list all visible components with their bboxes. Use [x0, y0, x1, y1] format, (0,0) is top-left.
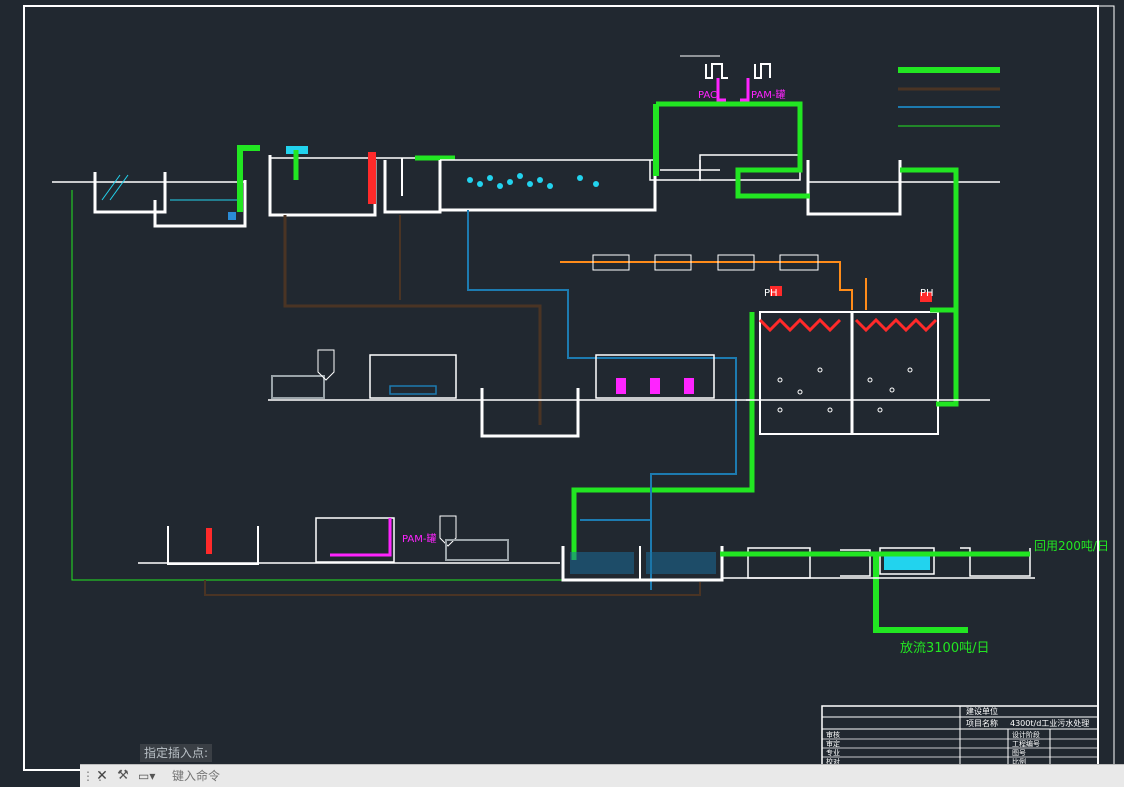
title-row2-value: 4300t/d工业污水处理 — [1010, 718, 1089, 728]
legend — [898, 67, 1000, 127]
title-right-2: 工程编号 — [1012, 739, 1040, 748]
pam-top-label: PAM-罐 — [751, 88, 785, 101]
upper-process-line — [52, 145, 1000, 228]
reuse-output-label: 回用200吨/日 — [1034, 539, 1109, 553]
chemical-dosing-top — [653, 55, 810, 199]
grip-icon[interactable]: ⋮⋮ — [82, 768, 106, 784]
lower-process — [138, 515, 1035, 633]
command-input[interactable] — [172, 767, 1112, 785]
pac-label: PAC — [698, 90, 717, 101]
title-row2-label: 项目名称 — [966, 718, 998, 728]
title-row1-label: 建设单位 — [966, 706, 998, 716]
pam-bottom-label: PAM-罐 — [402, 532, 436, 545]
title-row-2: 审定 — [826, 739, 840, 748]
title-row-3: 专业 — [826, 748, 840, 757]
command-line-bar: ⋮⋮ ✕ ⚒ ▭▾ — [80, 764, 1124, 787]
title-block — [821, 705, 1099, 771]
discharge-output-label: 放流3100吨/日 — [900, 641, 989, 656]
wrench-icon[interactable]: ⚒ — [114, 767, 132, 785]
middle-process — [268, 349, 750, 438]
cad-drawing-canvas[interactable]: PAC PAM-罐 PH PH PAM-罐 回用200吨/日 放流3100吨/日… — [0, 0, 1124, 786]
close-icon[interactable]: ✕ — [94, 767, 110, 785]
drawing-border-right — [1097, 5, 1115, 771]
command-prompt-icon[interactable]: ▭▾ — [138, 767, 168, 785]
title-row-1: 审核 — [826, 730, 840, 739]
title-right-3: 图号 — [1012, 749, 1026, 757]
reactor-tank — [560, 167, 990, 560]
ph-left-label: PH — [764, 288, 778, 299]
command-history-line: 指定插入点: — [140, 744, 213, 762]
title-right-1: 设计阶段 — [1012, 730, 1040, 739]
ph-right-label: PH — [920, 288, 934, 299]
